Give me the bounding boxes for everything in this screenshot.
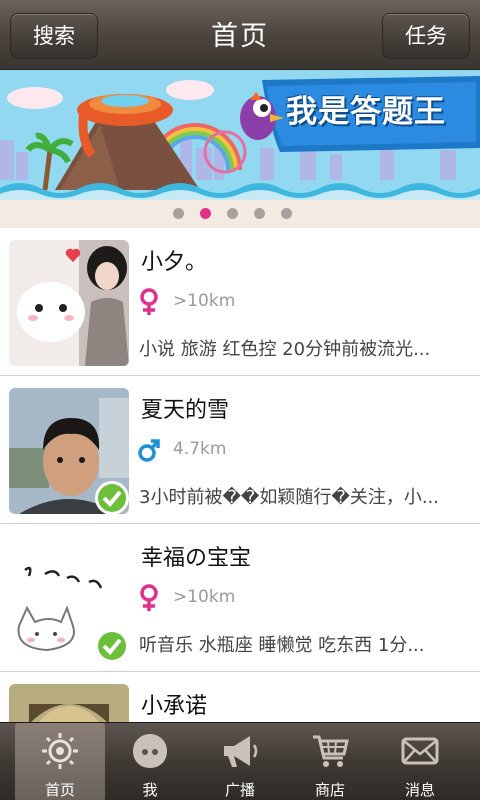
envelope-icon: [401, 737, 439, 765]
tab-broadcast[interactable]: 广播: [195, 723, 285, 800]
distance-text: >10km: [173, 291, 236, 311]
user-description: 小说 旅游 红色控 20分钟前被流光...: [139, 339, 431, 360]
page-dot-1[interactable]: [173, 208, 184, 219]
bottom-tab-bar: 首页 我 广播 商店 消息: [0, 722, 480, 800]
task-button[interactable]: 任务: [382, 13, 470, 59]
page-dot-5[interactable]: [281, 208, 292, 219]
tab-messages[interactable]: 消息: [375, 723, 465, 800]
banner-title: 我是答题王: [286, 94, 446, 130]
user-list: 小夕。 >10km 小说 旅游 红色控 20分钟前被流光... 夏天的雪 4.7…: [0, 228, 480, 722]
user-description: 3小时前被��如颖随行�关注，小...: [139, 487, 439, 508]
avatar: [9, 240, 129, 366]
user-name: 小承诺: [141, 694, 208, 719]
user-name: 小夕。: [141, 250, 208, 275]
tab-label: 消息: [404, 781, 435, 799]
page-dot-3[interactable]: [227, 208, 238, 219]
list-item[interactable]: 小承诺: [0, 672, 480, 722]
megaphone-icon: [224, 736, 258, 767]
top-header: 搜索 首页 任务: [0, 0, 480, 70]
user-description: 听音乐 水瓶座 睡懒觉 吃东西 1分...: [139, 635, 425, 656]
avatar: [9, 684, 129, 722]
me-face-icon: [133, 734, 167, 768]
female-icon: [140, 288, 158, 315]
verified-check-icon: [95, 481, 129, 515]
home-sun-icon: [42, 733, 78, 769]
list-item[interactable]: 夏天的雪 4.7km 3小时前被��如颖随行�关注，小...: [0, 376, 480, 524]
list-item[interactable]: 幸福の宝宝 >10km 听音乐 水瓶座 睡懒觉 吃东西 1分...: [0, 524, 480, 672]
tab-label: 我: [142, 781, 158, 799]
tab-label: 商店: [314, 781, 345, 799]
tab-home[interactable]: 首页: [15, 723, 105, 800]
distance-text: >10km: [173, 587, 236, 607]
user-name: 幸福の宝宝: [141, 546, 252, 571]
banner-page-indicator: [0, 200, 480, 228]
tab-label: 广播: [224, 781, 255, 799]
tab-shop[interactable]: 商店: [285, 723, 375, 800]
tab-me[interactable]: 我: [105, 723, 195, 800]
female-icon: [140, 584, 158, 611]
tab-label: 首页: [44, 781, 75, 799]
male-icon: [138, 439, 160, 462]
page-dot-2[interactable]: [200, 208, 211, 219]
page-dot-4[interactable]: [254, 208, 265, 219]
shopping-cart-icon: [313, 735, 349, 767]
verified-check-icon: [95, 629, 129, 663]
distance-text: 4.7km: [173, 439, 227, 459]
list-item[interactable]: 小夕。 >10km 小说 旅游 红色控 20分钟前被流光...: [0, 228, 480, 376]
promo-banner[interactable]: 我是答题王: [0, 70, 480, 200]
user-name: 夏天的雪: [141, 398, 230, 423]
